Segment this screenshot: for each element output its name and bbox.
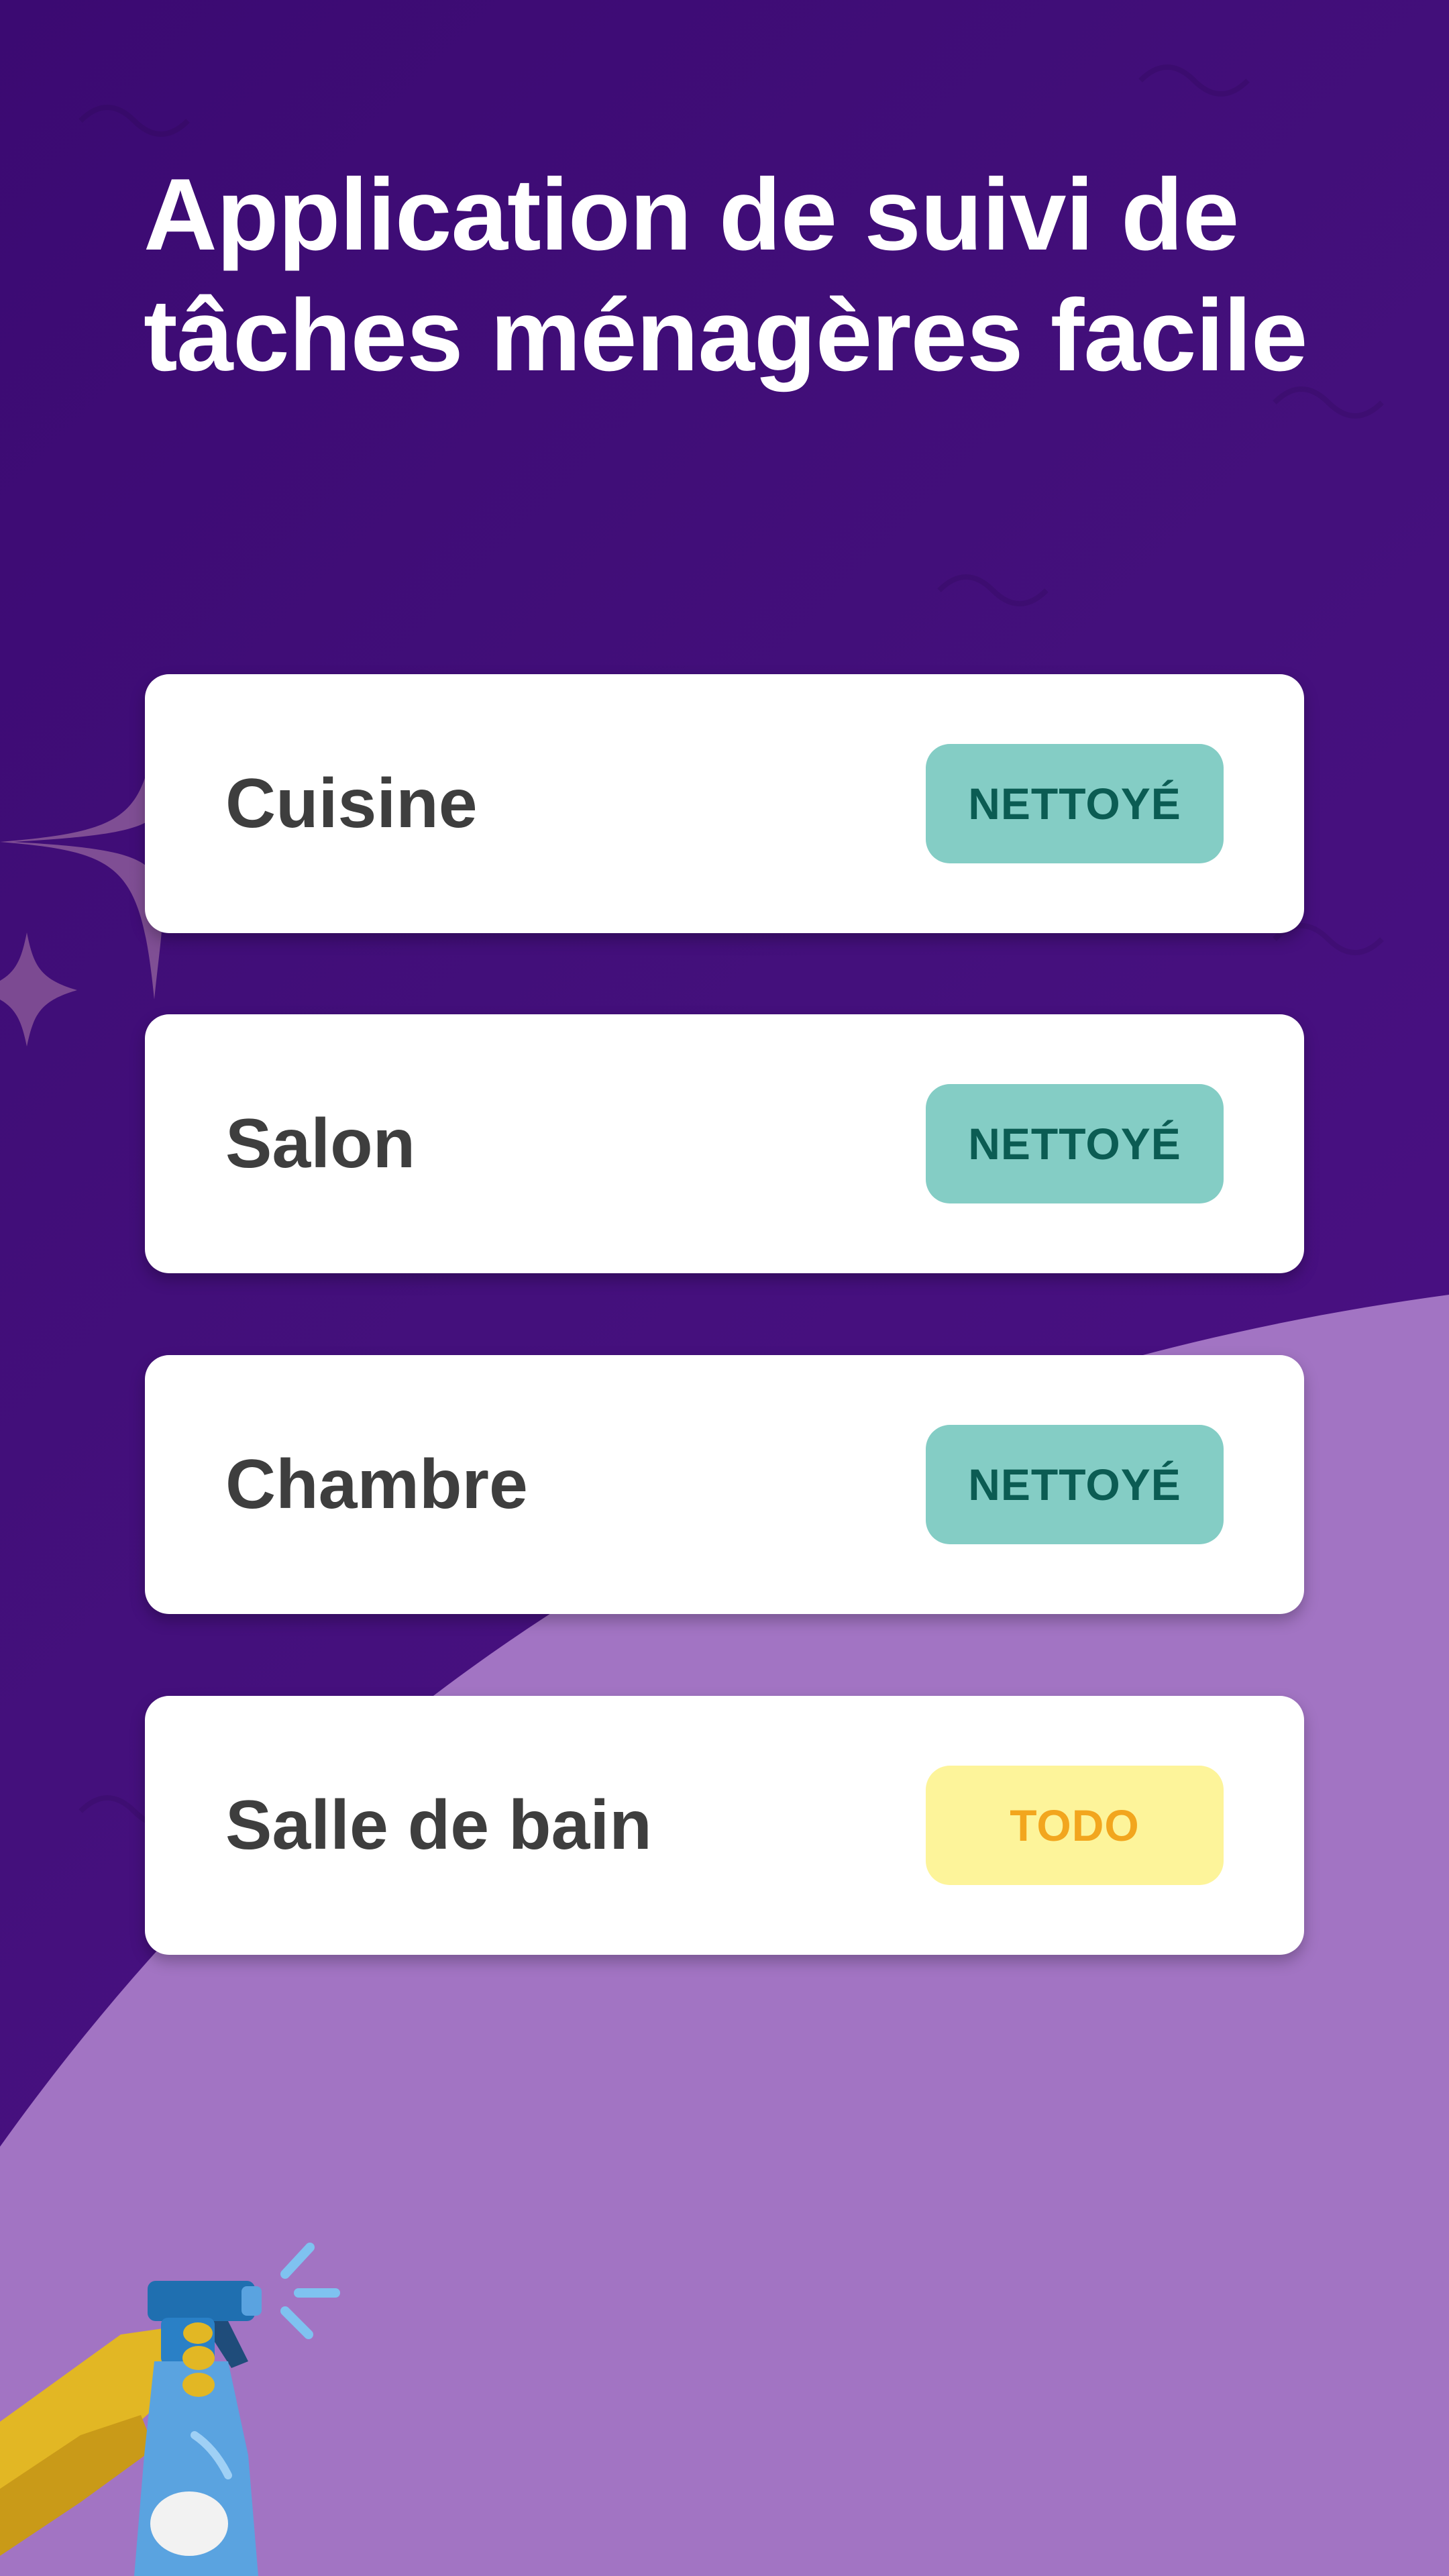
room-name: Cuisine	[225, 765, 478, 843]
status-badge[interactable]: NETTOYÉ	[926, 1425, 1224, 1544]
status-badge[interactable]: TODO	[926, 1766, 1224, 1885]
room-card-salon[interactable]: Salon NETTOYÉ	[145, 1014, 1304, 1273]
room-name: Salon	[225, 1105, 416, 1183]
status-badge[interactable]: NETTOYÉ	[926, 1084, 1224, 1203]
room-name: Salle de bain	[225, 1786, 652, 1864]
spray-bottle-icon	[0, 2243, 340, 2576]
room-card-salle-de-bain[interactable]: Salle de bain TODO	[145, 1696, 1304, 1955]
sparkle-icon	[0, 932, 77, 1046]
room-name: Chambre	[225, 1446, 528, 1523]
status-badge[interactable]: NETTOYÉ	[926, 744, 1224, 863]
room-card-chambre[interactable]: Chambre NETTOYÉ	[145, 1355, 1304, 1614]
room-card-cuisine[interactable]: Cuisine NETTOYÉ	[145, 674, 1304, 933]
page-title: Application de suivi de tâches ménagères…	[144, 158, 1307, 392]
